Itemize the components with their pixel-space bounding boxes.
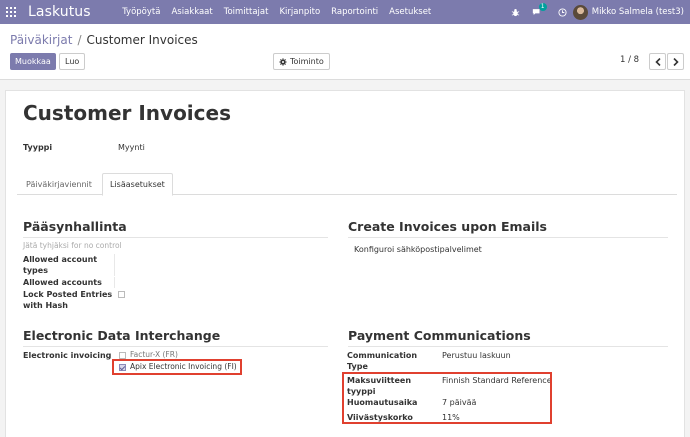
chevron-right-icon — [672, 57, 679, 66]
edit-button[interactable]: Muokkaa — [10, 53, 56, 70]
tab-advanced-settings[interactable]: Lisäasetukset — [102, 173, 173, 196]
section-divider — [348, 346, 668, 347]
allowed-account-types-field[interactable] — [114, 254, 115, 276]
debug-bug-icon[interactable] — [511, 8, 520, 17]
create-button[interactable]: Luo — [59, 53, 86, 70]
configure-email-servers-link[interactable]: Konfiguroi sähköpostipalvelimet — [354, 244, 482, 255]
gear-icon — [279, 57, 287, 66]
breadcrumb: Päiväkirjat / Customer Invoices — [10, 33, 198, 47]
breadcrumb-journals-link[interactable]: Päiväkirjat — [10, 33, 72, 47]
menu-item-customers[interactable]: Asiakkaat — [166, 7, 218, 17]
chevron-left-icon — [654, 57, 661, 66]
chat-icon[interactable]: 1 — [532, 2, 547, 17]
chat-badge: 1 — [538, 2, 547, 11]
menu-item-accounting[interactable]: Kirjanpito — [274, 7, 326, 17]
breadcrumb-current: Customer Invoices — [86, 33, 198, 47]
section-electronic-data-interchange: Electronic Data Interchange — [23, 328, 221, 343]
electronic-invoicing-label: Electronic invoicing — [23, 351, 112, 360]
control-panel: Päiväkirjat / Customer Invoices Muokkaa Lu… — [0, 24, 690, 80]
communication-type-label: Communication Type — [347, 351, 418, 371]
top-navbar: Laskutus Työpöytä Asiakkaat Toimittajat … — [0, 0, 690, 24]
pager-value[interactable]: 1 / 8 — [620, 55, 639, 65]
form-sheet: Customer Invoices Tyyppi Myynti Päiväkir… — [5, 90, 685, 437]
menu-item-reporting[interactable]: Raportointi — [326, 7, 384, 17]
allowed-accounts-label: Allowed accounts — [23, 278, 102, 287]
user-menu[interactable]: Mikko Salmela (test3) — [592, 7, 684, 17]
menu-item-vendors[interactable]: Toimittajat — [218, 7, 274, 17]
allowed-account-types-label: Allowed account types — [23, 255, 98, 275]
user-avatar[interactable] — [572, 4, 588, 20]
section-create-invoices-emails: Create Invoices upon Emails — [348, 219, 547, 234]
apps-menu-icon[interactable] — [0, 0, 22, 24]
apix-highlight-box — [112, 359, 242, 375]
menu-item-dashboard[interactable]: Työpöytä — [117, 7, 166, 17]
lock-posted-entries-checkbox[interactable] — [118, 291, 125, 298]
notebook-tabs: Päiväkirjaviennit Lisäasetukset — [17, 173, 677, 196]
tab-journal-entries[interactable]: Päiväkirjaviennit — [19, 173, 99, 195]
access-control-hint: Jätä tyhjäksi for no control — [23, 241, 122, 250]
section-divider — [23, 346, 328, 347]
facturx-label[interactable]: Factur-X (FR) — [130, 350, 178, 359]
section-payment-communications: Payment Communications — [348, 328, 531, 343]
breadcrumb-separator: / — [77, 33, 82, 47]
action-button[interactable]: Toiminto — [273, 53, 330, 70]
menu-item-settings[interactable]: Asetukset — [384, 7, 437, 17]
navbar-systray: 1 Mikko Salmela (test3) — [505, 0, 690, 24]
main-menu: Työpöytä Asiakkaat Toimittajat Kirjanpit… — [117, 7, 437, 17]
type-label: Tyyppi — [23, 143, 53, 152]
app-brand[interactable]: Laskutus — [28, 4, 91, 20]
section-divider — [348, 237, 668, 238]
pager-previous-button[interactable] — [649, 53, 666, 70]
allowed-accounts-field[interactable] — [114, 277, 115, 288]
section-access-control: Pääsynhallinta — [23, 219, 127, 234]
payment-reference-highlight-box — [342, 372, 552, 424]
section-divider — [23, 237, 328, 238]
pager-next-button[interactable] — [667, 53, 684, 70]
lock-posted-entries-label: Lock Posted Entries with Hash — [23, 290, 113, 310]
facturx-checkbox[interactable] — [119, 352, 126, 359]
activity-clock-icon[interactable] — [558, 7, 567, 17]
journal-name-title[interactable]: Customer Invoices — [23, 101, 231, 125]
type-value[interactable]: Myynti — [118, 142, 145, 153]
communication-type-value[interactable]: Perustuu laskuun — [442, 350, 511, 361]
action-label: Toiminto — [290, 57, 324, 66]
